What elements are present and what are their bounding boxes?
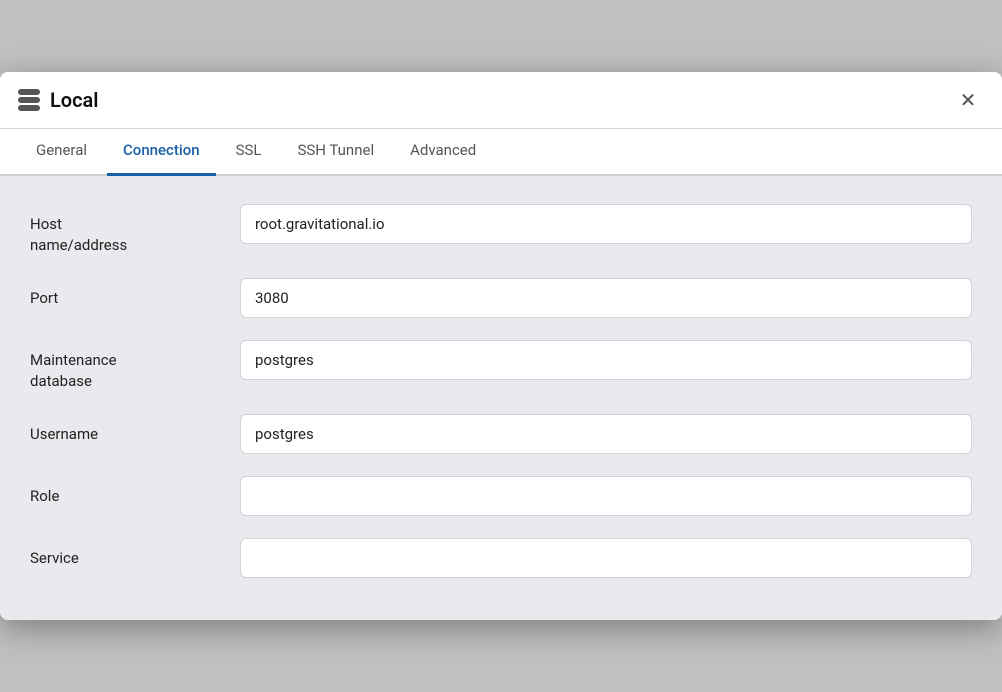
field-row-username: Username: [30, 414, 972, 454]
disk-layer-3: [18, 105, 40, 111]
tab-connection[interactable]: Connection: [107, 129, 216, 176]
disk-layer-2: [18, 97, 40, 103]
database-icon: [18, 89, 40, 111]
dialog-title: Local: [50, 88, 99, 112]
field-row-port: Port: [30, 278, 972, 318]
tab-advanced[interactable]: Advanced: [394, 129, 492, 176]
tab-general[interactable]: General: [20, 129, 103, 176]
label-username: Username: [30, 414, 240, 445]
label-port: Port: [30, 278, 240, 309]
disk-layer-1: [18, 89, 40, 95]
label-service: Service: [30, 538, 240, 569]
close-button[interactable]: ✕: [954, 86, 982, 114]
field-row-host: Hostname/address: [30, 204, 972, 256]
tabs-bar: General Connection SSL SSH Tunnel Advanc…: [0, 129, 1002, 176]
label-maintenance-db: Maintenancedatabase: [30, 340, 240, 392]
tab-ssh-tunnel[interactable]: SSH Tunnel: [281, 129, 390, 176]
field-row-service: Service: [30, 538, 972, 578]
field-row-role: Role: [30, 476, 972, 516]
input-role[interactable]: [240, 476, 972, 516]
input-port[interactable]: [240, 278, 972, 318]
input-username[interactable]: [240, 414, 972, 454]
input-host[interactable]: [240, 204, 972, 244]
field-row-maintenance-db: Maintenancedatabase: [30, 340, 972, 392]
title-left: Local: [18, 88, 99, 112]
input-maintenance-db[interactable]: [240, 340, 972, 380]
dialog: Local ✕ General Connection SSL SSH Tunne…: [0, 72, 1002, 620]
label-role: Role: [30, 476, 240, 507]
label-host: Hostname/address: [30, 204, 240, 256]
form-content: Hostname/address Port Maintenancedatabas…: [0, 176, 1002, 620]
tab-ssl[interactable]: SSL: [220, 129, 278, 176]
title-bar: Local ✕: [0, 72, 1002, 129]
input-service[interactable]: [240, 538, 972, 578]
